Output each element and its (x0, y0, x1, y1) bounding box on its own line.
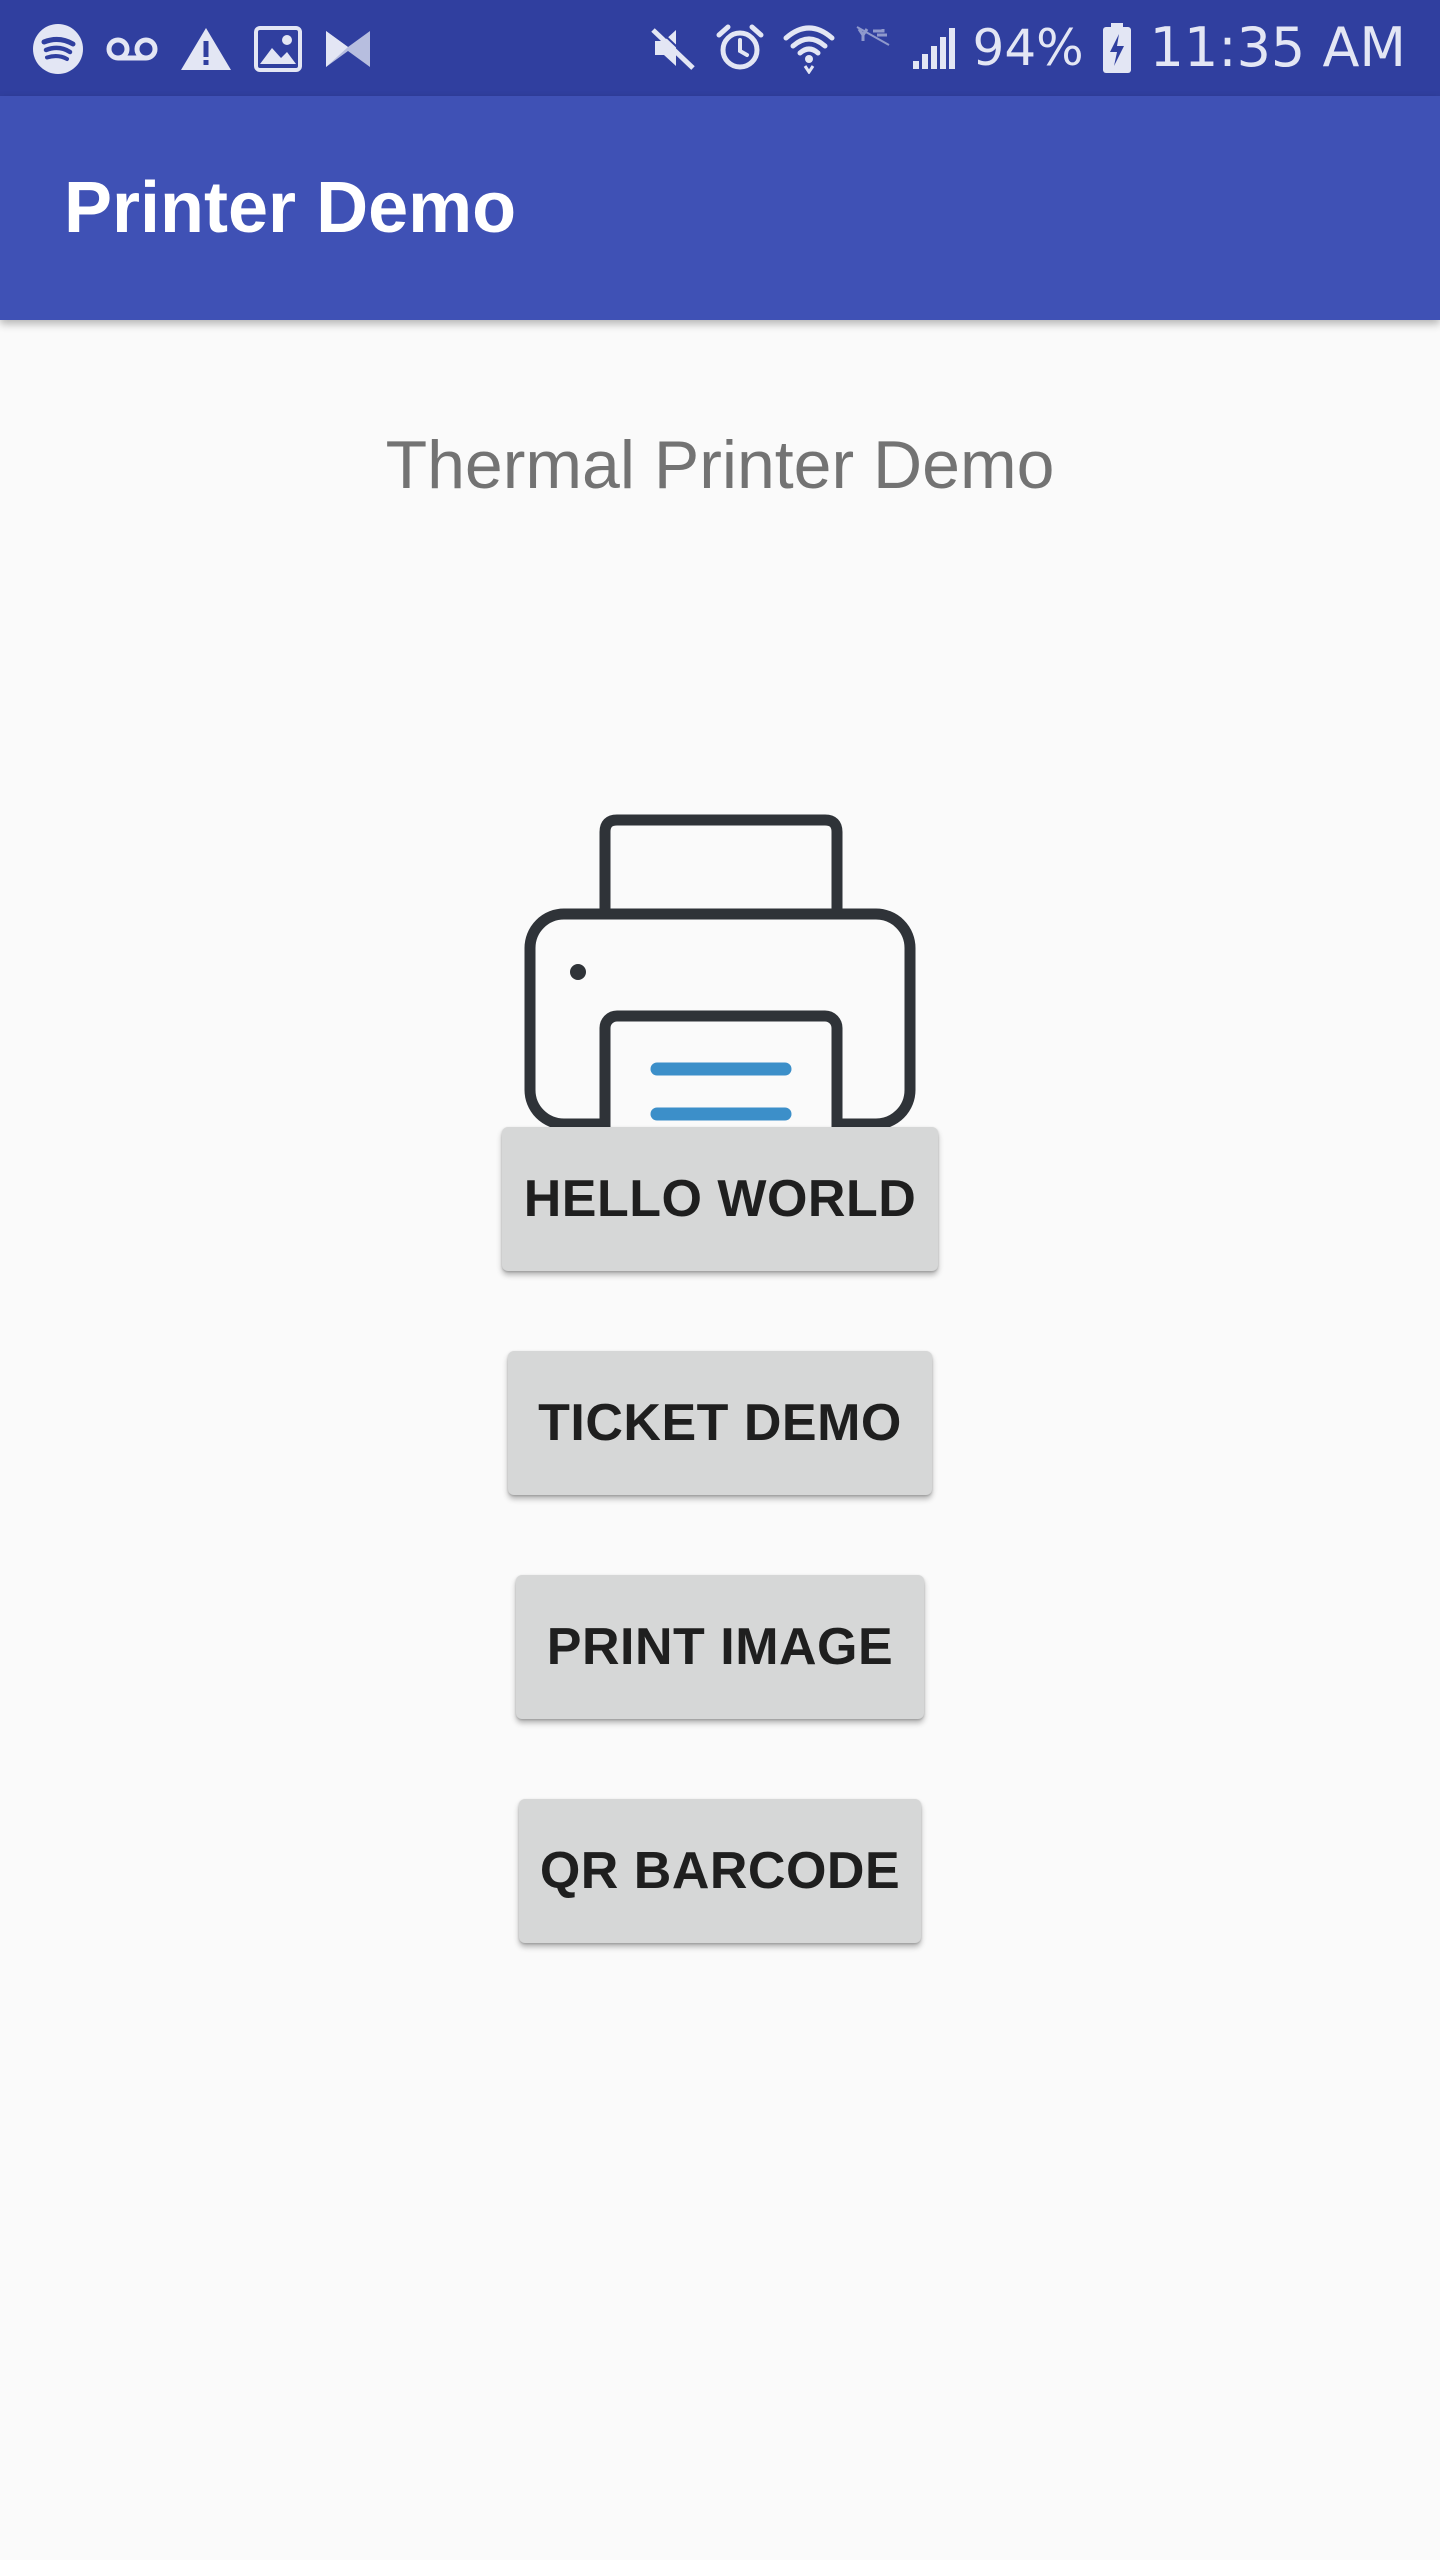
spotify-icon (32, 23, 84, 75)
battery-charging-icon (1102, 22, 1132, 74)
notification-icons (32, 22, 372, 76)
image-icon (254, 26, 302, 72)
print-image-button[interactable]: PRINT IMAGE (516, 1575, 924, 1719)
app-notification-icon (324, 27, 372, 71)
app-bar: Printer Demo (0, 96, 1440, 320)
page-subtitle: Thermal Printer Demo (385, 427, 1055, 503)
status-bar: 94% 11:35 AM (0, 0, 1440, 96)
no-data-icon (853, 25, 893, 71)
hello-world-button[interactable]: HELLO WORLD (502, 1127, 938, 1271)
system-status: 94% 11:35 AM (649, 18, 1406, 78)
battery-percent: 94% (972, 19, 1084, 77)
app-title: Printer Demo (64, 168, 517, 248)
ticket-demo-button[interactable]: TICKET DEMO (508, 1351, 932, 1495)
mute-icon (649, 24, 697, 72)
voicemail-icon (106, 34, 158, 64)
signal-icon (911, 25, 961, 71)
warning-icon (180, 26, 232, 72)
qr-barcode-button[interactable]: QR BARCODE (519, 1799, 921, 1943)
clock: 11:35 AM (1149, 16, 1406, 79)
alarm-icon (715, 23, 765, 73)
wifi-icon (783, 22, 835, 74)
